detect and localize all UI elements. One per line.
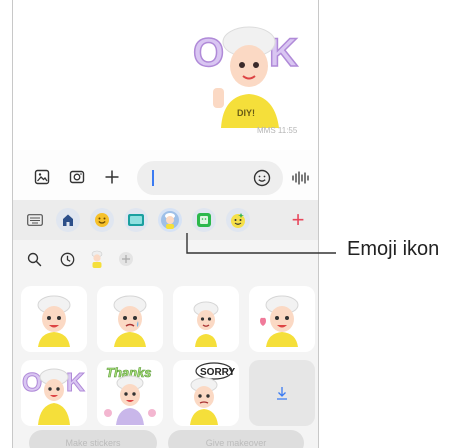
chat-area: O K DIY! MMS 11:55 [13,0,318,150]
sent-avatar-sticker[interactable]: O K DIY! [191,18,309,128]
phone-screen: O K DIY! MMS 11:55 + O K Thanks SORRY Ma… [12,0,319,448]
svg-text:O: O [22,367,42,397]
sticker-cell[interactable] [21,286,87,352]
message-input-bar [13,152,318,202]
sticker-cell[interactable] [249,286,315,352]
download-icon [277,387,287,400]
avatar-emoji-icon[interactable] [158,208,182,232]
camera-icon[interactable] [68,168,86,186]
avatar-ok-sticker: O K [22,367,86,425]
sticker-cell[interactable]: O K [21,360,87,426]
avatar-tear-sticker [113,295,147,347]
text-cursor [152,170,154,186]
sticker-cell[interactable]: SORRY [173,360,239,426]
give-makeover-button[interactable]: Give makeover [168,430,304,448]
sticker-cell[interactable] [173,286,239,352]
svg-text:DIY!: DIY! [237,108,255,118]
svg-text:O: O [193,31,224,75]
sticker-cell[interactable] [97,286,163,352]
search-icon[interactable] [25,250,43,268]
add-sticker-icon[interactable] [117,250,135,268]
callout-label: Emoji ikon [347,238,440,260]
avatar-wave-sticker [37,295,71,347]
plus-icon[interactable] [103,168,121,186]
avatar-icon[interactable] [88,250,106,268]
voice-wave-icon[interactable] [290,169,310,187]
sticker-cell[interactable]: Thanks [97,360,163,426]
avatar-small-sticker [193,301,219,347]
bitmoji-icon[interactable] [226,208,250,232]
download-button[interactable] [249,360,315,426]
svg-text:K: K [66,367,85,397]
avatar-sorry-sticker: SORRY [190,362,236,425]
message-input[interactable] [137,161,283,195]
message-timestamp: MMS 11:55 [257,126,298,135]
keyboard-icon[interactable] [23,208,47,232]
recent-icon[interactable] [58,250,76,268]
sticker-icon[interactable] [192,208,216,232]
svg-text:SORRY: SORRY [200,367,236,378]
avatar-thanks-sticker: Thanks [104,365,156,425]
image-icon[interactable] [33,168,51,186]
make-stickers-button[interactable]: Make stickers [29,430,157,448]
add-icon[interactable]: + [288,208,308,232]
callout-leader-line [186,233,336,254]
avatar-heart-sticker [260,295,299,347]
home-icon[interactable] [56,208,80,232]
emoji-icon[interactable] [90,208,114,232]
gif-icon[interactable] [124,208,148,232]
smiley-icon[interactable] [253,169,271,187]
